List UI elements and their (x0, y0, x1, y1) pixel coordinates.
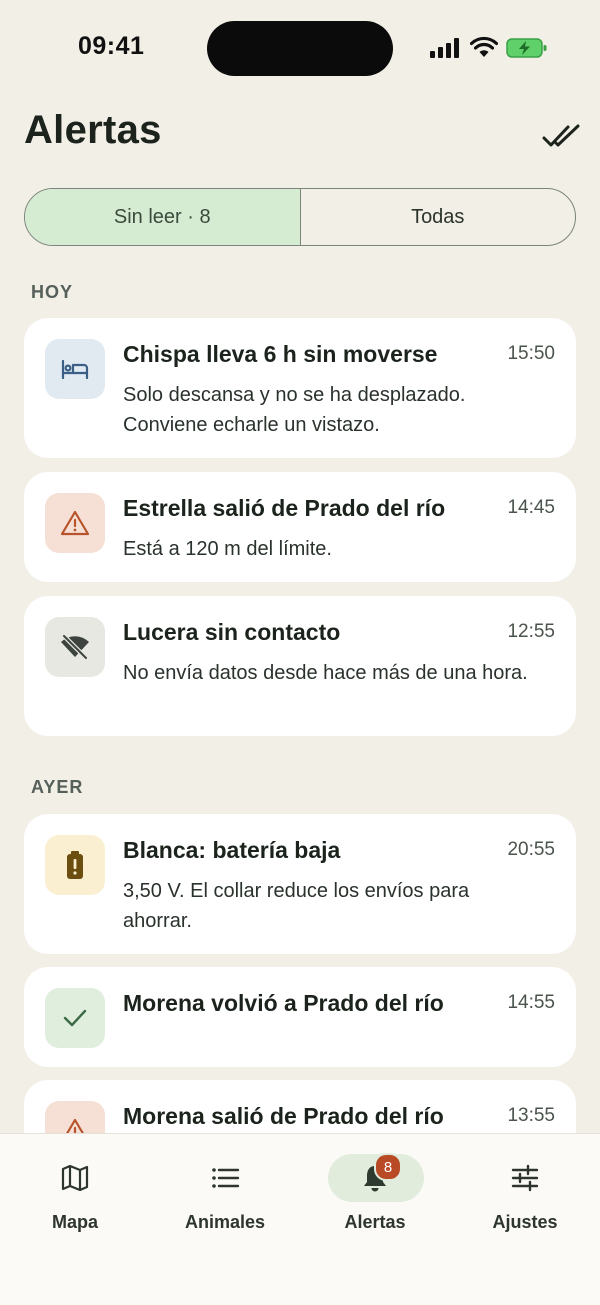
warning-icon (45, 493, 105, 553)
alert-body: 3,50 V. El collar reduce los envíos para… (123, 880, 470, 932)
alert-time: 13:55 (507, 1105, 555, 1126)
signal-off-icon (45, 617, 105, 677)
cellular-signal-icon (430, 38, 459, 58)
nav-label: Mapa (51, 1212, 98, 1232)
alert-card[interactable]: Estrella salió de Prado del río 14:45 Es… (24, 472, 576, 582)
sliders-icon (511, 1164, 539, 1192)
bed-icon (45, 339, 105, 399)
alert-card[interactable]: Blanca: batería baja 20:55 3,50 V. El co… (24, 814, 576, 954)
alert-title: Morena salió de Prado del río (123, 1103, 444, 1129)
filter-tabs: Sin leer · 8 Todas (24, 188, 576, 246)
alert-title: Estrella salió de Prado del río (123, 495, 446, 521)
nav-item-settings[interactable]: Ajustes (450, 1134, 600, 1254)
section-label-today: HOY (31, 282, 74, 302)
dynamic-island (207, 21, 393, 76)
alert-body: No envía datos desde hace más de una hor… (123, 662, 528, 684)
nav-label: Animales (184, 1212, 266, 1232)
notification-badge: 8 (374, 1153, 402, 1181)
section-label-yesterday: AYER (31, 777, 84, 797)
check-icon (45, 988, 105, 1048)
tab-unread[interactable]: Sin leer · 8 (25, 189, 301, 245)
alert-time: 20:55 (507, 839, 555, 860)
list-icon (212, 1168, 240, 1188)
battery-charging-icon (506, 38, 547, 58)
alert-body: Solo descansa y no se ha desplazado. Con… (123, 384, 466, 436)
status-bar: 09:41 (0, 0, 600, 96)
alert-time: 14:55 (507, 992, 555, 1013)
nav-label: Alertas (344, 1212, 406, 1232)
nav-item-map[interactable]: Mapa (0, 1134, 150, 1254)
alert-title: Chispa lleva 6 h sin moverse (123, 341, 438, 367)
nav-item-alerts[interactable]: 8 Alertas (300, 1134, 450, 1254)
alert-time: 12:55 (507, 621, 555, 642)
nav-item-animals[interactable]: Animales (150, 1134, 300, 1254)
alert-card[interactable]: Morena volvió a Prado del río 14:55 (24, 967, 576, 1067)
nav-label: Ajustes (492, 1212, 558, 1232)
page-title: Alertas (24, 108, 162, 152)
alert-card[interactable]: Lucera sin contacto 12:55 No envía datos… (24, 596, 576, 736)
bottom-nav: Mapa Animales 8 Alertas Ajustes (0, 1133, 600, 1305)
alert-title: Blanca: batería baja (123, 837, 341, 863)
alert-time: 15:50 (507, 343, 555, 364)
alert-card[interactable]: Chispa lleva 6 h sin moverse 15:50 Solo … (24, 318, 576, 458)
status-time: 09:41 (78, 32, 145, 60)
alert-body: Está a 120 m del límite. (123, 538, 332, 560)
wifi-icon (470, 36, 498, 57)
alert-title: Lucera sin contacto (123, 619, 341, 645)
battery-low-icon (45, 835, 105, 895)
tab-all[interactable]: Todas (301, 189, 576, 245)
mark-all-read-icon[interactable] (540, 118, 584, 154)
map-icon (61, 1164, 89, 1192)
alert-title: Morena volvió a Prado del río (123, 990, 444, 1016)
alert-time: 14:45 (507, 497, 555, 518)
